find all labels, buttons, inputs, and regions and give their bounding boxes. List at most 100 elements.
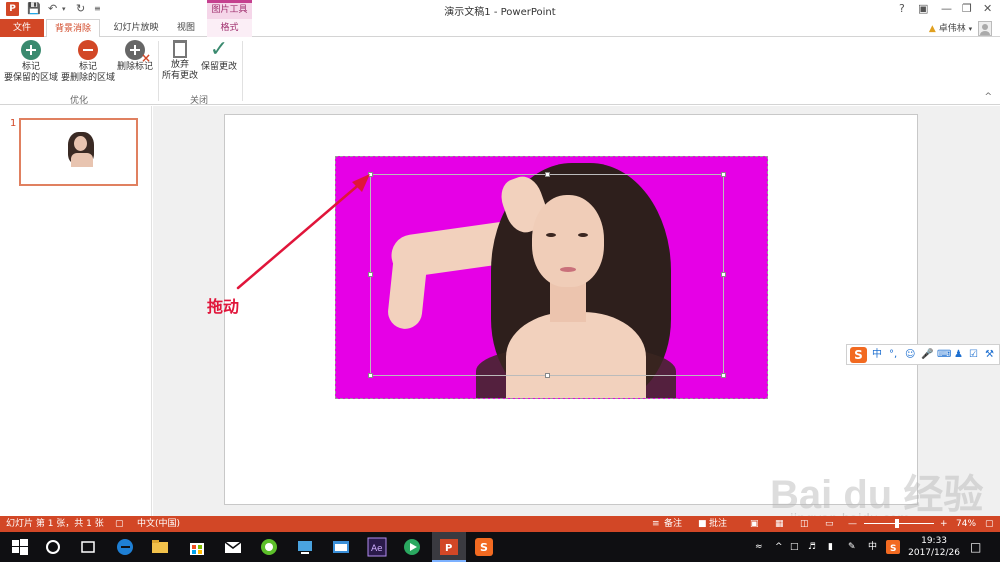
edge-browser-icon[interactable] <box>115 537 135 557</box>
zoom-in-icon[interactable]: + <box>940 516 948 532</box>
app-window-icon[interactable] <box>331 537 351 557</box>
clock[interactable]: 19:33 2017/12/26 <box>908 535 960 559</box>
task-view-icon[interactable] <box>78 537 98 557</box>
clock-date: 2017/12/26 <box>908 548 960 558</box>
taskbar-ime-mode[interactable]: 中 <box>868 532 877 562</box>
tab-format[interactable]: 格式 <box>207 19 252 37</box>
settings-wrench-icon[interactable]: ⚒ <box>985 348 994 362</box>
resize-handle[interactable] <box>545 373 550 378</box>
delete-mark-icon: × <box>125 40 151 64</box>
resize-handle[interactable] <box>721 373 726 378</box>
search-icon[interactable] <box>43 537 63 557</box>
group-label-refine: 优化 <box>70 96 89 106</box>
resize-handle[interactable] <box>368 373 373 378</box>
user-icon[interactable]: ♟ <box>954 348 963 362</box>
resize-handle[interactable] <box>721 172 726 177</box>
zoom-level[interactable]: 74% <box>956 516 976 532</box>
minimize-icon[interactable]: — <box>941 2 952 16</box>
ribbon-display-options-icon[interactable]: ▣ <box>918 2 928 16</box>
mark-areas-to-remove-button[interactable]: 标记 要删除的区域 <box>60 40 116 84</box>
zoom-out-icon[interactable]: — <box>848 516 857 532</box>
trash-icon <box>173 40 187 58</box>
svg-text:S: S <box>480 541 488 554</box>
mark-remove-icon <box>78 40 98 60</box>
tab-file[interactable]: 文件 <box>0 19 44 37</box>
group-separator <box>158 41 159 101</box>
discard-label-2: 所有更改 <box>161 71 198 81</box>
punctuation-icon[interactable]: °, <box>889 348 897 362</box>
mark-remove-label-1: 标记 <box>78 62 97 72</box>
svg-text:S: S <box>890 544 896 554</box>
restore-icon[interactable]: ❐ <box>962 2 972 16</box>
resize-handle[interactable] <box>721 272 726 277</box>
comments-button[interactable]: 批注 <box>709 516 727 532</box>
show-hidden-icons-icon[interactable]: ^ <box>775 532 783 562</box>
sogou-logo-icon: S <box>850 347 867 363</box>
volume-icon[interactable]: ♬ <box>808 532 816 562</box>
ribbon-tabs: 文件 背景消除 幻灯片放映 视图 格式 <box>0 19 1000 38</box>
network-icon[interactable]: □ <box>790 532 799 562</box>
after-effects-icon[interactable]: Ae <box>367 537 387 557</box>
emoji-icon[interactable]: ☺ <box>905 348 915 362</box>
pen-icon[interactable]: ✎ <box>848 532 856 562</box>
tab-slideshow[interactable]: 幻灯片放映 <box>104 19 168 37</box>
user-name: 卓伟林 <box>938 24 966 34</box>
windows-taskbar: Ae P S ≈ ^ □ ♬ ▮ ✎ 中 S 19:33 2017/12/26 … <box>0 532 1000 562</box>
powerpoint-taskbar-item[interactable]: P <box>432 532 466 562</box>
help-button[interactable]: ? <box>899 2 905 16</box>
zoom-slider[interactable] <box>864 523 934 524</box>
powerpoint-icon: P <box>440 539 458 555</box>
action-center-icon[interactable]: □ <box>970 532 981 562</box>
battery-icon[interactable]: ▮ <box>828 532 833 562</box>
tab-background-removal[interactable]: 背景消除 <box>46 19 100 38</box>
wifi-icon[interactable]: ≈ <box>755 532 763 562</box>
windows-start-icon[interactable] <box>10 537 30 557</box>
fit-to-window-icon[interactable]: ▢ <box>985 516 994 532</box>
sogou-input-icon[interactable]: S <box>474 537 494 557</box>
tab-view[interactable]: 视图 <box>170 19 202 37</box>
status-bar: 幻灯片 第 1 张，共 1 张 ▢ 中文(中国) ≡ 备注 ■ 批注 ▣ ▦ ◫… <box>0 516 1000 532</box>
thumbnail-number: 1 <box>10 118 17 129</box>
ribbon: 标记 要保留的区域 标记 要删除的区域 × 删除标记 优化 放弃 所有更改 ✓ … <box>0 37 1000 106</box>
browser-360-icon[interactable] <box>259 537 279 557</box>
ime-toolbar[interactable]: S 中 °, ☺ 🎤 ⌨ ♟ ☑ ⚒ <box>846 344 1000 365</box>
spellcheck-icon[interactable]: ▢ <box>115 516 124 532</box>
close-icon[interactable]: ✕ <box>983 2 992 16</box>
notes-icon: ≡ <box>652 519 660 529</box>
notes-button[interactable]: 备注 <box>664 516 682 532</box>
user-account[interactable]: ▲ 卓伟林 ▾ <box>929 21 992 37</box>
slide-sorter-icon[interactable]: ▦ <box>775 516 784 532</box>
app-icon[interactable] <box>295 537 315 557</box>
collapse-ribbon-icon[interactable]: ^ <box>984 92 992 102</box>
slideshow-icon[interactable]: ▭ <box>825 516 834 532</box>
store-icon[interactable] <box>187 537 207 557</box>
drag-annotation: 拖动 <box>207 297 240 316</box>
sogou-tray-icon[interactable]: S <box>886 540 900 554</box>
keep-area-marquee[interactable] <box>368 172 726 378</box>
svg-text:P: P <box>445 543 452 554</box>
normal-view-icon[interactable]: ▣ <box>750 516 759 532</box>
window-title: 演示文稿1 - PowerPoint <box>444 7 556 18</box>
zoom-slider-thumb[interactable] <box>895 519 899 528</box>
title-bar: P 💾 ↶ ▾ ↻ ≡ 演示文稿1 - PowerPoint ? ▣ — ❐ ✕ <box>0 0 1000 19</box>
mail-icon[interactable] <box>223 537 243 557</box>
microphone-icon[interactable]: 🎤 <box>921 348 933 362</box>
file-explorer-icon[interactable] <box>150 537 170 557</box>
media-player-icon[interactable] <box>402 537 422 557</box>
avatar <box>978 21 992 36</box>
reading-view-icon[interactable]: ◫ <box>800 516 809 532</box>
delete-mark-button[interactable]: × 删除标记 <box>116 40 154 73</box>
resize-handle[interactable] <box>545 172 550 177</box>
skin-icon[interactable]: ☑ <box>969 348 978 362</box>
slide-thumbnail[interactable] <box>19 118 138 186</box>
group-separator <box>242 41 243 101</box>
discard-all-changes-button[interactable]: 放弃 所有更改 <box>161 40 199 82</box>
keyboard-icon[interactable]: ⌨ <box>937 348 951 362</box>
ime-mode[interactable]: 中 <box>872 348 882 362</box>
group-label-close: 关闭 <box>190 96 209 106</box>
drag-arrow-icon <box>236 174 370 290</box>
mark-keep-label-1: 标记 <box>21 62 40 72</box>
language-indicator[interactable]: 中文(中国) <box>137 516 180 532</box>
keep-changes-button[interactable]: ✓ 保留更改 <box>200 39 238 73</box>
mark-areas-to-keep-button[interactable]: 标记 要保留的区域 <box>3 40 59 84</box>
